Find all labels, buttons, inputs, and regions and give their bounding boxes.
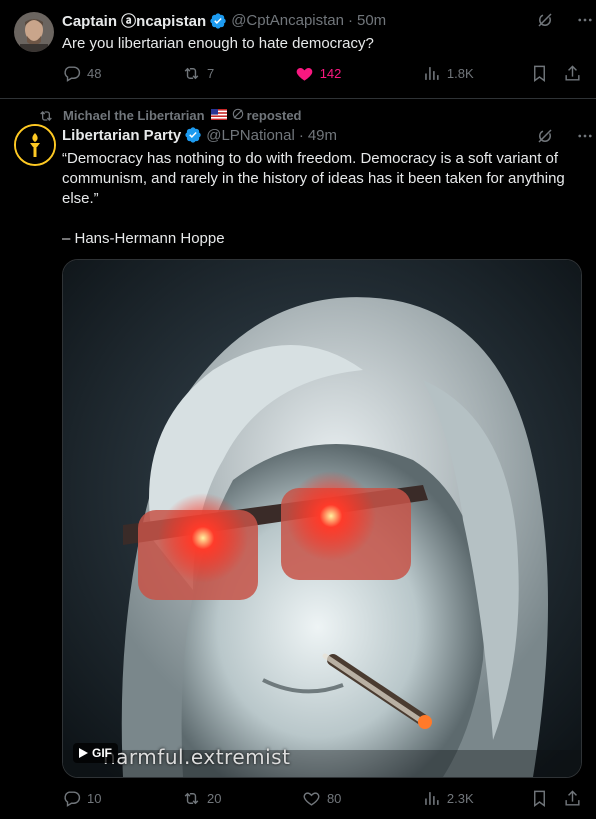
- share-icon: [565, 790, 580, 806]
- views-button[interactable]: 2.3K: [422, 789, 474, 808]
- like-button[interactable]: 142: [295, 64, 342, 83]
- tweet-text: Are you libertarian enough to hate democ…: [62, 35, 374, 52]
- handle[interactable]: @CptAncapistan: [231, 12, 344, 29]
- repost-icon: [184, 792, 199, 805]
- repost-count: 7: [206, 66, 215, 81]
- views-button[interactable]: 1.8K: [422, 64, 474, 83]
- display-name[interactable]: Libertarian Party: [62, 127, 181, 144]
- like-icon: [296, 67, 313, 81]
- handle[interactable]: @LPNational: [206, 127, 295, 144]
- reply-count: 10: [87, 791, 102, 806]
- tweet-text: “Democracy has nothing to do with freedo…: [62, 150, 565, 207]
- play-icon: [79, 748, 88, 758]
- torch-logo-icon: [16, 126, 54, 164]
- reply-button[interactable]: 48: [62, 64, 101, 83]
- repost-icon: [184, 67, 199, 80]
- verified-icon: [184, 126, 202, 144]
- quote-attribution: – Hans-Hermann Hoppe: [62, 230, 225, 247]
- like-count: 142: [319, 66, 342, 81]
- verified-icon: [209, 12, 227, 30]
- separator-dot: ·: [298, 126, 304, 144]
- repost-button[interactable]: 20: [182, 789, 221, 808]
- share-button[interactable]: [563, 789, 582, 808]
- reply-icon: [64, 791, 81, 807]
- timestamp[interactable]: 49m: [308, 127, 337, 144]
- display-name[interactable]: Captain ⓐncapistan: [62, 10, 206, 31]
- views-count: 2.3K: [446, 791, 474, 806]
- share-icon: [565, 65, 580, 81]
- grok-icon[interactable]: [536, 11, 554, 34]
- avatar[interactable]: [14, 12, 54, 52]
- timestamp[interactable]: 50m: [357, 12, 386, 29]
- grok-icon[interactable]: [536, 127, 554, 150]
- like-icon: [303, 792, 320, 806]
- gif-media[interactable]: harmful.extremist GIF: [62, 259, 582, 778]
- like-button[interactable]: 80: [302, 789, 341, 808]
- like-count: 80: [326, 791, 342, 806]
- bookmark-button[interactable]: [530, 64, 549, 83]
- more-icon[interactable]: [576, 11, 594, 34]
- repost-button[interactable]: 7: [182, 64, 214, 83]
- separator-dot: ·: [348, 12, 353, 29]
- more-icon[interactable]: [576, 127, 594, 150]
- bookmark-icon: [534, 790, 545, 808]
- reply-icon: [64, 66, 81, 82]
- gif-badge[interactable]: GIF: [73, 743, 118, 763]
- avatar[interactable]: [14, 124, 56, 166]
- gif-watermark: harmful.extremist: [103, 745, 291, 769]
- repost-count: 20: [206, 791, 222, 806]
- reply-count: 48: [87, 66, 102, 81]
- tweet[interactable]: Captain ⓐncapistan @CptAncapistan · 50m …: [0, 0, 596, 99]
- bookmark-button[interactable]: [530, 789, 549, 808]
- gif-label: GIF: [92, 746, 112, 760]
- views-count: 1.8K: [446, 66, 474, 81]
- bookmark-icon: [534, 65, 545, 83]
- views-icon: [425, 792, 439, 805]
- reply-button[interactable]: 10: [62, 789, 101, 808]
- share-button[interactable]: [563, 64, 582, 83]
- gif-frame-image: [63, 260, 581, 777]
- views-icon: [425, 67, 439, 80]
